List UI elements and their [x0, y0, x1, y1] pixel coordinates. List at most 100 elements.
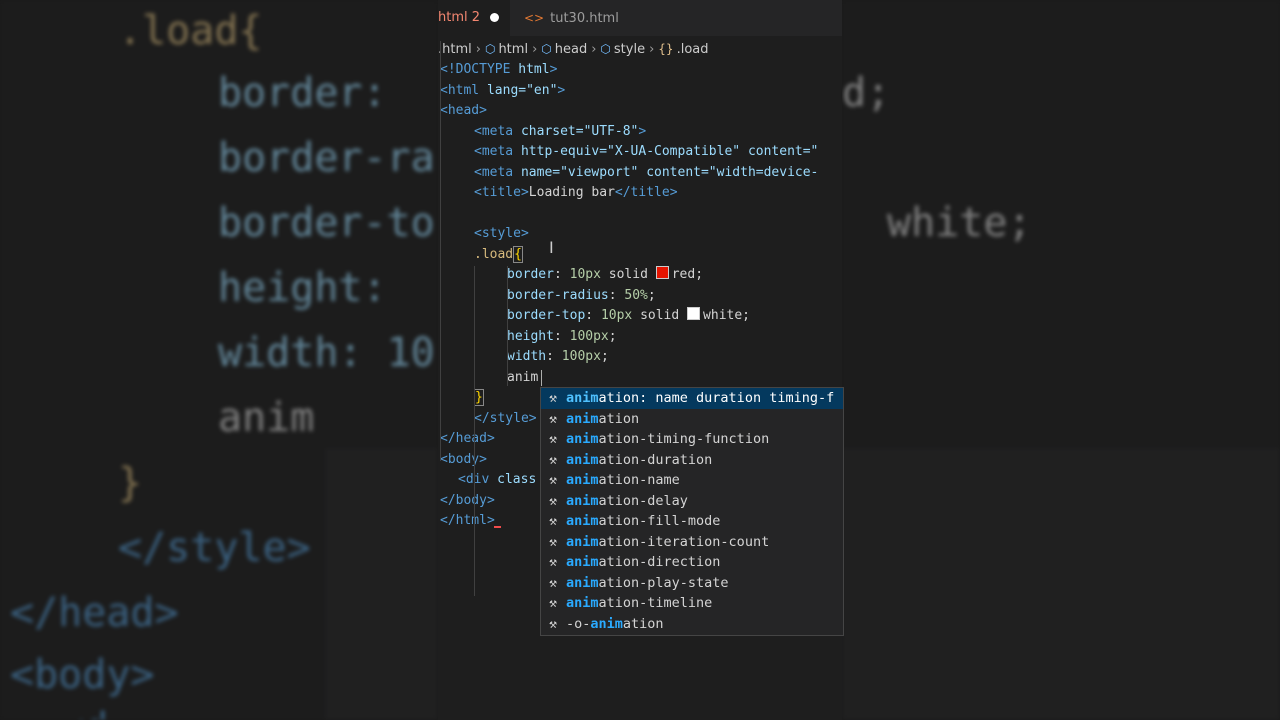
text-cursor [541, 369, 542, 386]
breadcrumb-item[interactable]: {} .load [658, 38, 708, 61]
code-line-text: width: 100px; [507, 349, 609, 364]
wrench-icon: ⚒ [549, 534, 557, 550]
suggestion-widget[interactable]: ⚒ animation: name duration timing-f ⚒ anima… [540, 387, 844, 636]
background-code-line: d; [842, 70, 891, 116]
breadcrumb-item[interactable]: ⬡ head [541, 38, 587, 61]
suggestion-rest: ation-timeline [598, 595, 713, 611]
code-line-text: border-radius: 50%; [507, 287, 656, 303]
code-line: </style> [474, 409, 537, 430]
code-line-text: <meta name="viewport" content="width=dev… [474, 164, 819, 180]
background-code-line: border-ra [218, 135, 435, 181]
unsaved-dot-icon[interactable] [490, 13, 500, 22]
code-line: <meta name="viewport" content="width=dev… [474, 163, 818, 184]
code-line: border: 10px solid red; [507, 265, 703, 286]
suggestion-rest: ation-timing-function [598, 431, 770, 447]
suggestion-rest: ation: name duration timing-f [598, 390, 835, 406]
code-line-text: anim [507, 369, 539, 385]
indent-guide [507, 266, 508, 386]
suggestion-item[interactable]: ⚒ animation-direction [541, 552, 843, 573]
suggestion-item[interactable]: ⚒ animation-delay [541, 491, 843, 512]
suggestion-item[interactable]: ⚒ animation-duration [541, 450, 843, 471]
background-code-line: } [118, 460, 143, 506]
wrench-icon: ⚒ [549, 452, 557, 468]
suggestion-match: anim [566, 533, 599, 550]
background-code-line: <body> [10, 652, 155, 698]
breadcrumb-item[interactable]: .html [438, 39, 472, 61]
suggestion-match: anim [566, 390, 599, 406]
error-squiggle [494, 526, 501, 528]
suggestion-match: anim [566, 492, 599, 509]
breadcrumb-label: html [498, 42, 529, 57]
wrench-icon: ⚒ [549, 555, 557, 570]
suggestion-match: anim [566, 451, 599, 468]
breadcrumb-chevron-icon: › [649, 42, 655, 57]
suggestion-item[interactable]: ⚒ animation-play-state [541, 573, 843, 594]
code-line: <!DOCTYPE html> [440, 60, 557, 81]
code-line: <title>Loading bar</title> [474, 183, 678, 204]
background-code-line: .load{ [118, 8, 263, 54]
wrench-icon: ⚒ [549, 616, 557, 632]
suggestion-item[interactable]: ⚒ animation-timing-function [541, 429, 843, 450]
suggestion-item[interactable]: ⚒ animation-name [541, 470, 843, 491]
background-code-line: height: [218, 265, 411, 311]
tab-tut30[interactable]: <> tut30.html [510, 0, 619, 36]
breadcrumb-item[interactable]: ⬡ html [485, 38, 528, 61]
code-line-text: <style> [474, 226, 529, 241]
background-zoom-right: d;white;duration timing-f-functionon [842, 0, 1280, 720]
breadcrumb-item[interactable]: ⬡ style [600, 38, 645, 61]
indent-guide [474, 266, 475, 596]
code-line: } [474, 388, 484, 409]
breadcrumb-chevron-icon: › [532, 42, 538, 57]
code-line: height: 100px; [507, 327, 617, 348]
suggestion-rest: ation-duration [598, 451, 713, 468]
color-swatch-red[interactable] [655, 266, 669, 279]
suggestion-match: anim [566, 554, 599, 570]
code-line: <body> [440, 450, 487, 471]
code-line: <style> [474, 224, 529, 245]
background-code-line: </head> [10, 590, 179, 636]
suggestion-item[interactable]: ⚒ animation-iteration-count [541, 532, 843, 553]
code-line-text: <html lang="en"> [440, 82, 566, 98]
background-code-line: white; [887, 200, 1032, 246]
indent-guide [440, 41, 441, 461]
tab-active-file[interactable]: html 2 [438, 0, 510, 36]
suggestion-item[interactable]: ⚒ animation [541, 409, 843, 430]
code-line-text: <body> [440, 451, 487, 467]
tab-label: html 2 [438, 10, 481, 25]
background-code-line: </style> [118, 525, 311, 571]
code-line: </body> [440, 491, 495, 512]
braces-icon: {} [658, 42, 674, 56]
wrench-icon: ⚒ [549, 391, 557, 406]
suggestion-match: anim [566, 574, 599, 591]
code-line-text: border: 10px solid red; [507, 266, 704, 282]
cube-icon: ⬡ [484, 42, 496, 56]
wrench-icon: ⚒ [549, 493, 557, 509]
suggestion-rest: ation-delay [598, 492, 688, 509]
breadcrumb-label: .html [438, 42, 472, 57]
suggestion-rest: ation [622, 615, 664, 632]
code-line: </head> [440, 429, 495, 450]
suggestion-item[interactable]: ⚒ animation-timeline [541, 593, 843, 614]
wrench-icon: ⚒ [549, 514, 557, 529]
suggestion-item[interactable]: ⚒ animation-fill-mode [541, 511, 843, 532]
suggestion-item[interactable]: ⚒ animation: name duration timing-f [541, 388, 843, 409]
code-line: .load{ [474, 245, 523, 266]
code-line-text: height: 100px; [507, 328, 617, 344]
code-line: width: 100px; [507, 347, 609, 368]
code-line-text: </html> [440, 513, 495, 528]
suggestion-item[interactable]: ⚒ -o-animation [541, 614, 843, 635]
mouse-ibeam-icon: I [549, 238, 554, 257]
breadcrumb-label: style [613, 42, 646, 57]
code-line-text: <div class [458, 472, 537, 487]
tab-label: tut30.html [550, 11, 619, 26]
breadcrumb-label: .load [676, 42, 709, 57]
code-line-text: <head> [440, 103, 487, 118]
code-line: <html lang="en"> [440, 81, 565, 102]
suggestion-match: anim [566, 595, 599, 611]
color-swatch-white[interactable] [687, 307, 701, 320]
suggestion-match: anim [566, 513, 599, 529]
html-file-icon: <> [524, 11, 545, 25]
code-line: </html> [440, 511, 495, 532]
suggestion-match: anim [566, 431, 599, 447]
code-line-text: <title>Loading bar</title> [474, 185, 678, 200]
